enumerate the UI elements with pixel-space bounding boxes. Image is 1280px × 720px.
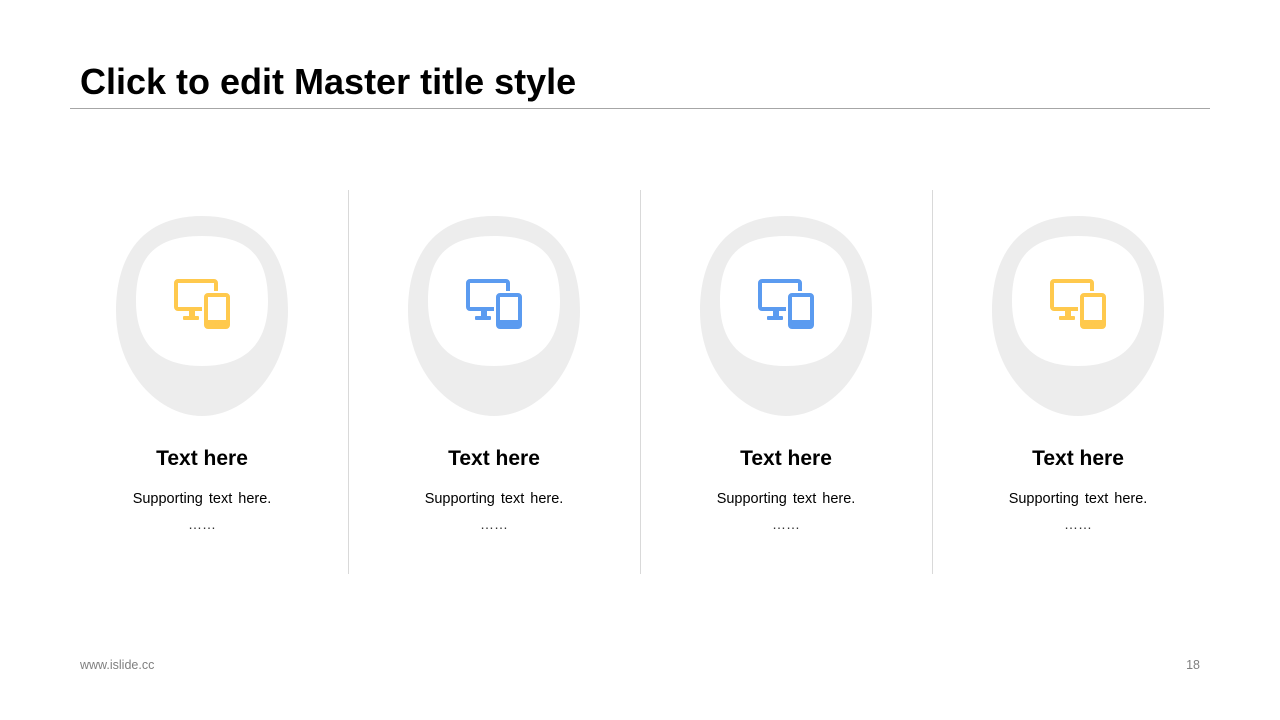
card-ellipsis: ……: [480, 516, 508, 532]
desktop-tablet-icon: [466, 279, 522, 329]
slide-title[interactable]: Click to edit Master title style: [80, 60, 576, 104]
icon-color-fill: [174, 279, 230, 329]
title-underline: [70, 108, 1210, 109]
card-ellipsis: ……: [1064, 516, 1092, 532]
desktop-tablet-icon: [1050, 279, 1106, 329]
card-ellipsis: ……: [772, 516, 800, 532]
card-supporting-text[interactable]: Supporting text here.: [932, 489, 1224, 509]
card-heading[interactable]: Text here: [932, 446, 1224, 472]
icon-color-fill: [758, 279, 814, 329]
card-supporting-text[interactable]: Supporting text here.: [56, 489, 348, 509]
card-supporting-text[interactable]: Supporting text here.: [348, 489, 640, 509]
card-heading[interactable]: Text here: [348, 446, 640, 472]
desktop-tablet-icon: [174, 279, 230, 329]
footer-url[interactable]: www.islide.cc: [80, 657, 154, 673]
icon-color-fill: [1050, 279, 1106, 329]
card-heading[interactable]: Text here: [56, 446, 348, 472]
page-number: 18: [1186, 658, 1200, 672]
feature-cards: Text here Supporting text here. …… Text …: [56, 190, 1224, 574]
icon-color-fill: [466, 279, 522, 329]
feature-card-3: Text here Supporting text here. ……: [640, 190, 932, 574]
card-heading[interactable]: Text here: [640, 446, 932, 472]
desktop-tablet-icon: [758, 279, 814, 329]
feature-card-1: Text here Supporting text here. ……: [56, 190, 348, 574]
card-supporting-text[interactable]: Supporting text here.: [640, 489, 932, 509]
feature-card-4: Text here Supporting text here. ……: [932, 190, 1224, 574]
card-ellipsis: ……: [188, 516, 216, 532]
feature-card-2: Text here Supporting text here. ……: [348, 190, 640, 574]
